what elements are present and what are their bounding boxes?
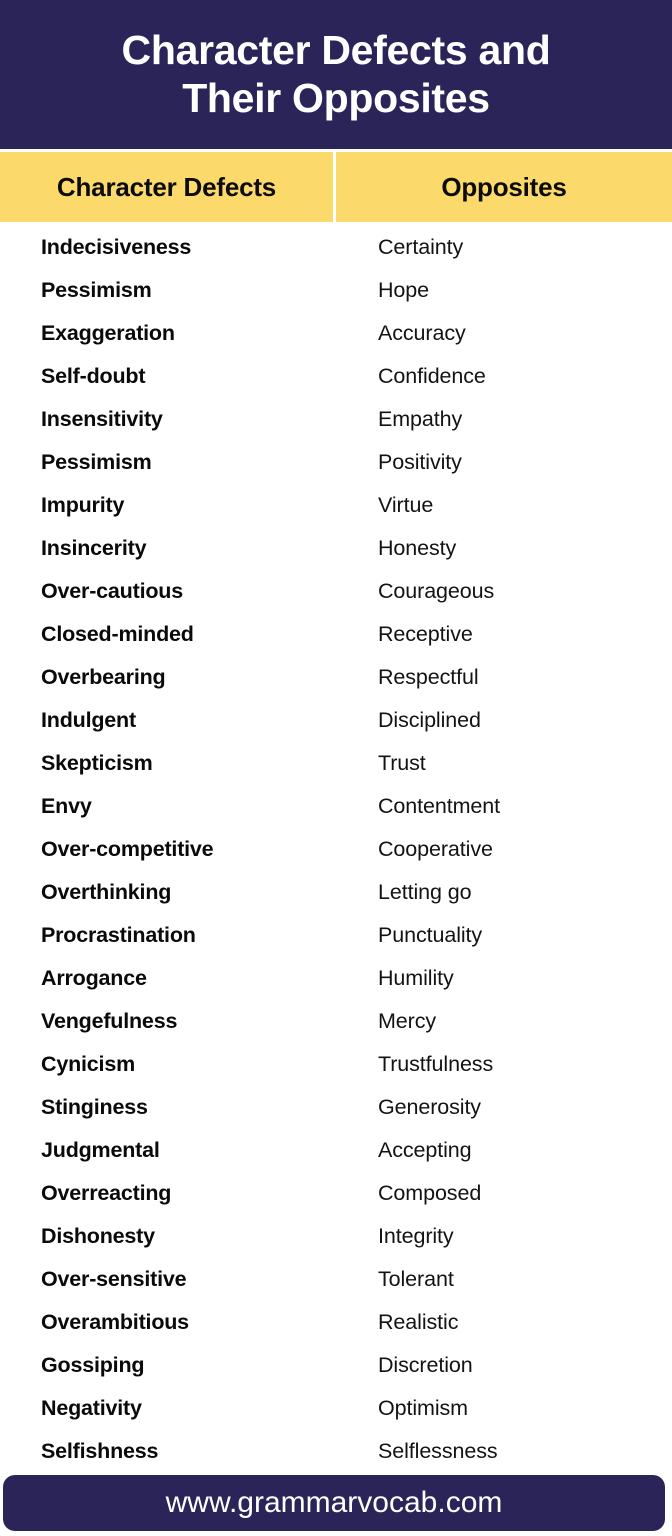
table-row: Skepticism Trust [0,742,672,785]
cell-character-defect: Pessimism [41,278,152,302]
cell-opposite: Mercy [378,1009,437,1033]
cell-opposite: Courageous [378,579,495,603]
cell-opposite: Selflessness [378,1439,498,1463]
table-row: Gossiping Discretion [0,1344,672,1387]
column-header-cell-defects: Character Defects [0,152,336,222]
table-row: Insensitivity Empathy [0,398,672,441]
cell-opposite: Generosity [378,1095,481,1119]
table-row: Overambitious Realistic [0,1301,672,1344]
cell-character-defect: Overbearing [41,665,166,689]
table-row: Pessimism Hope [0,269,672,312]
cell-opposite: Disciplined [378,708,481,732]
table-row: Vengefulness Mercy [0,1000,672,1043]
cell-opposite: Letting go [378,880,472,904]
cell-opposite: Trustfulness [378,1052,494,1076]
cell-character-defect: Exaggeration [41,321,175,345]
table-row: Arrogance Humility [0,957,672,1000]
cell-character-defect: Vengefulness [41,1009,178,1033]
table-row: Cynicism Trustfulness [0,1043,672,1086]
column-header-label-opposites: Opposites [441,171,567,202]
table-row: Judgmental Accepting [0,1129,672,1172]
cell-opposite: Trust [378,751,426,775]
cell-opposite: Contentment [378,794,501,818]
footer-website-text: www.grammarvocab.com [165,1486,503,1519]
cell-opposite: Confidence [378,364,486,388]
cell-character-defect: Closed-minded [41,622,194,646]
table-row: Dishonesty Integrity [0,1215,672,1258]
table-row: Overthinking Letting go [0,871,672,914]
cell-opposite: Humility [378,966,454,990]
cell-character-defect: Judgmental [41,1138,160,1162]
cell-character-defect: Over-cautious [41,579,183,603]
cell-character-defect: Overambitious [41,1310,189,1334]
table-row: Indecisiveness Certainty [0,226,672,269]
table-row: Over-competitive Cooperative [0,828,672,871]
cell-opposite: Optimism [378,1396,468,1420]
cell-opposite: Realistic [378,1310,459,1334]
cell-opposite: Cooperative [378,837,493,861]
cell-character-defect: Overreacting [41,1181,172,1205]
table-row: Closed-minded Receptive [0,613,672,656]
cell-opposite: Positivity [378,450,462,474]
table-row: Over-cautious Courageous [0,570,672,613]
cell-opposite: Composed [378,1181,482,1205]
cell-character-defect: Self-doubt [41,364,146,388]
table-row: Envy Contentment [0,785,672,828]
table-row: Overreacting Composed [0,1172,672,1215]
table-body: Indecisiveness Certainty Pessimism Hope Exag… [0,226,672,1473]
cell-character-defect: Envy [41,794,92,818]
cell-character-defect: Over-sensitive [41,1267,187,1291]
cell-opposite: Punctuality [378,923,483,947]
cell-character-defect: Gossiping [41,1353,145,1377]
column-header-label-defects: Character Defects [56,171,277,202]
cell-character-defect: Insensitivity [41,407,163,431]
cell-opposite: Receptive [378,622,473,646]
cell-character-defect: Procrastination [41,923,196,947]
cell-character-defect: Pessimism [41,450,152,474]
table-row: Over-sensitive Tolerant [0,1258,672,1301]
footer-bar: www.grammarvocab.com [3,1475,665,1531]
table-row: Negativity Optimism [0,1387,672,1430]
title-banner: Character Defects and Their Opposites [0,0,672,149]
cell-character-defect: Stinginess [41,1095,148,1119]
cell-character-defect: Arrogance [41,966,147,990]
table-row: Selfishness Selflessness [0,1430,672,1473]
cell-opposite: Virtue [378,493,434,517]
cell-opposite: Accuracy [378,321,466,345]
cell-character-defect: Over-competitive [41,837,214,861]
table-column-header: Character Defects Opposites [0,152,672,222]
cell-opposite: Tolerant [378,1267,454,1291]
cell-opposite: Hope [378,278,429,302]
cell-opposite: Certainty [378,235,464,259]
cell-character-defect: Skepticism [41,751,153,775]
table-row: Stinginess Generosity [0,1086,672,1129]
cell-character-defect: Indulgent [41,708,136,732]
cell-opposite: Respectful [378,665,479,689]
cell-opposite: Discretion [378,1353,473,1377]
cell-character-defect: Overthinking [41,880,172,904]
cell-character-defect: Negativity [41,1396,142,1420]
table-row: Exaggeration Accuracy [0,312,672,355]
table-row: Insincerity Honesty [0,527,672,570]
cell-opposite: Honesty [378,536,457,560]
cell-opposite: Accepting [378,1138,472,1162]
page-title: Character Defects and Their Opposites [121,26,551,121]
infographic-page: Character Defects and Their Opposites Ch… [0,0,672,1536]
table-row: Procrastination Punctuality [0,914,672,957]
cell-character-defect: Indecisiveness [41,235,192,259]
cell-opposite: Integrity [378,1224,454,1248]
cell-character-defect: Dishonesty [41,1224,155,1248]
table-row: Impurity Virtue [0,484,672,527]
table-row: Overbearing Respectful [0,656,672,699]
table-row: Indulgent Disciplined [0,699,672,742]
cell-character-defect: Insincerity [41,536,147,560]
cell-character-defect: Impurity [41,493,125,517]
cell-opposite: Empathy [378,407,463,431]
cell-character-defect: Selfishness [41,1439,159,1463]
cell-character-defect: Cynicism [41,1052,135,1076]
column-header-cell-opposites: Opposites [336,152,672,222]
table-row: Self-doubt Confidence [0,355,672,398]
table-row: Pessimism Positivity [0,441,672,484]
